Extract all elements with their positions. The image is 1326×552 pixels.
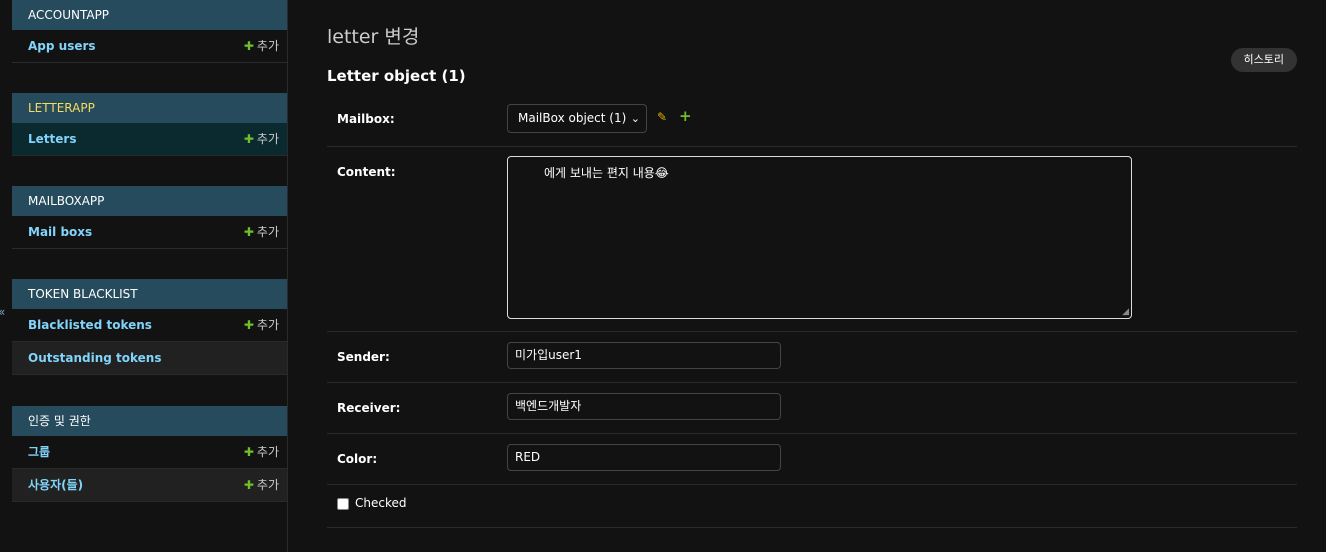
add-link[interactable]: ✚ 추가 (244, 309, 279, 342)
add-link-label: 추가 (256, 39, 279, 53)
mailbox-select[interactable]: MailBox object (1) ⌄ (507, 104, 647, 133)
add-link[interactable]: ✚ 추가 (244, 436, 279, 469)
form-row-color: Color: RED (327, 444, 1297, 485)
checked-label[interactable]: Checked (355, 496, 407, 510)
add-link-label: 추가 (256, 478, 279, 492)
module-header[interactable]: TOKEN BLACKLIST (12, 279, 287, 309)
model-link[interactable]: 그룹 (28, 445, 50, 459)
main-content: letter 변경 히스토리 Letter object (1) Mailbox… (327, 0, 1297, 552)
receiver-field[interactable]: 백엔드개발자 (507, 393, 781, 420)
content-textarea[interactable]: 에게 보내는 편지 내용😂 ◢ (507, 156, 1132, 319)
add-link-label: 추가 (256, 445, 279, 459)
receiver-value: 백엔드개발자 (515, 399, 582, 413)
page-title: letter 변경 (327, 26, 420, 48)
add-link-label: 추가 (256, 132, 279, 146)
add-link-label: 추가 (256, 225, 279, 239)
content-label: Content: (337, 165, 396, 179)
plus-icon: ✚ (243, 478, 254, 492)
module-mailboxapp: MAILBOXAPP Mail boxs ✚ 추가 (12, 186, 287, 249)
add-link[interactable]: ✚ 추가 (244, 30, 279, 63)
sidebar-item-blacklisted-tokens: Blacklisted tokens ✚ 추가 (12, 309, 287, 342)
plus-icon: ✚ (243, 318, 254, 332)
pencil-icon[interactable]: ✎ (657, 110, 667, 124)
color-label: Color: (337, 452, 378, 466)
sender-value: 미가입user1 (515, 348, 582, 362)
model-link[interactable]: Blacklisted tokens (28, 318, 152, 332)
sender-field[interactable]: 미가입user1 (507, 342, 781, 369)
history-button[interactable]: 히스토리 (1230, 48, 1297, 72)
color-field[interactable]: RED (507, 444, 781, 471)
module-token-blacklist: TOKEN BLACKLIST Blacklisted tokens ✚ 추가 O… (12, 279, 287, 375)
resize-handle-icon[interactable]: ◢ (1122, 307, 1129, 317)
model-link[interactable]: Letters (28, 132, 76, 146)
plus-icon: ✚ (243, 39, 254, 53)
add-link-label: 추가 (256, 318, 279, 332)
sidebar-item-letters: Letters ✚ 추가 (12, 123, 287, 156)
module-header[interactable]: ACCOUNTAPP (12, 0, 287, 30)
module-accountapp: ACCOUNTAPP App users ✚ 추가 (12, 0, 287, 63)
module-letterapp: LETTERAPP Letters ✚ 추가 (12, 93, 287, 156)
receiver-label: Receiver: (337, 401, 401, 415)
sidebar-item-users: 사용자(들) ✚ 추가 (12, 469, 287, 502)
form-row-content: Content: 에게 보내는 편지 내용😂 ◢ (327, 156, 1297, 332)
add-link[interactable]: ✚ 추가 (244, 216, 279, 249)
sidebar-item-groups: 그룹 ✚ 추가 (12, 436, 287, 469)
sidebar-item-mail-boxs: Mail boxs ✚ 추가 (12, 216, 287, 249)
sidebar-collapse-toggle[interactable]: « (0, 305, 5, 319)
sender-label: Sender: (337, 350, 390, 364)
sidebar-item-outstanding-tokens: Outstanding tokens (12, 342, 287, 375)
checked-checkbox[interactable] (337, 498, 349, 510)
chevron-down-icon: ⌄ (630, 112, 640, 125)
module-header[interactable]: 인증 및 권한 (12, 406, 287, 436)
plus-icon: ✚ (243, 445, 254, 459)
plus-icon: ✚ (243, 132, 254, 146)
fieldset-title: Letter object (1) (327, 67, 466, 85)
form-row-checked: Checked (327, 496, 1297, 528)
add-link[interactable]: ✚ 추가 (244, 469, 279, 502)
sidebar-nav: « ACCOUNTAPP App users ✚추가 LETTERAPP Let… (0, 0, 288, 552)
color-value: RED (515, 450, 541, 464)
plus-icon[interactable]: + (679, 107, 692, 125)
model-link[interactable]: 사용자(들) (28, 478, 83, 492)
module-auth: 인증 및 권한 그룹 ✚ 추가 사용자(들) ✚ 추가 (12, 406, 287, 502)
model-link[interactable]: Outstanding tokens (28, 351, 161, 365)
module-header[interactable]: LETTERAPP (12, 93, 287, 123)
form-row-mailbox: Mailbox: MailBox object (1) ⌄ ✎ + (327, 104, 1297, 147)
mailbox-label: Mailbox: (337, 112, 395, 126)
model-link[interactable]: Mail boxs (28, 225, 92, 239)
form-row-receiver: Receiver: 백엔드개발자 (327, 393, 1297, 434)
content-text: 에게 보내는 편지 내용😂 (544, 166, 669, 180)
mailbox-selected-value: MailBox object (1) (518, 111, 627, 125)
plus-icon: ✚ (243, 225, 254, 239)
sidebar-item-app-users: App users ✚ 추가 (12, 30, 287, 63)
form-row-sender: Sender: 미가입user1 (327, 342, 1297, 383)
model-link[interactable]: App users (28, 39, 96, 53)
module-header[interactable]: MAILBOXAPP (12, 186, 287, 216)
add-link[interactable]: ✚ 추가 (244, 123, 279, 156)
